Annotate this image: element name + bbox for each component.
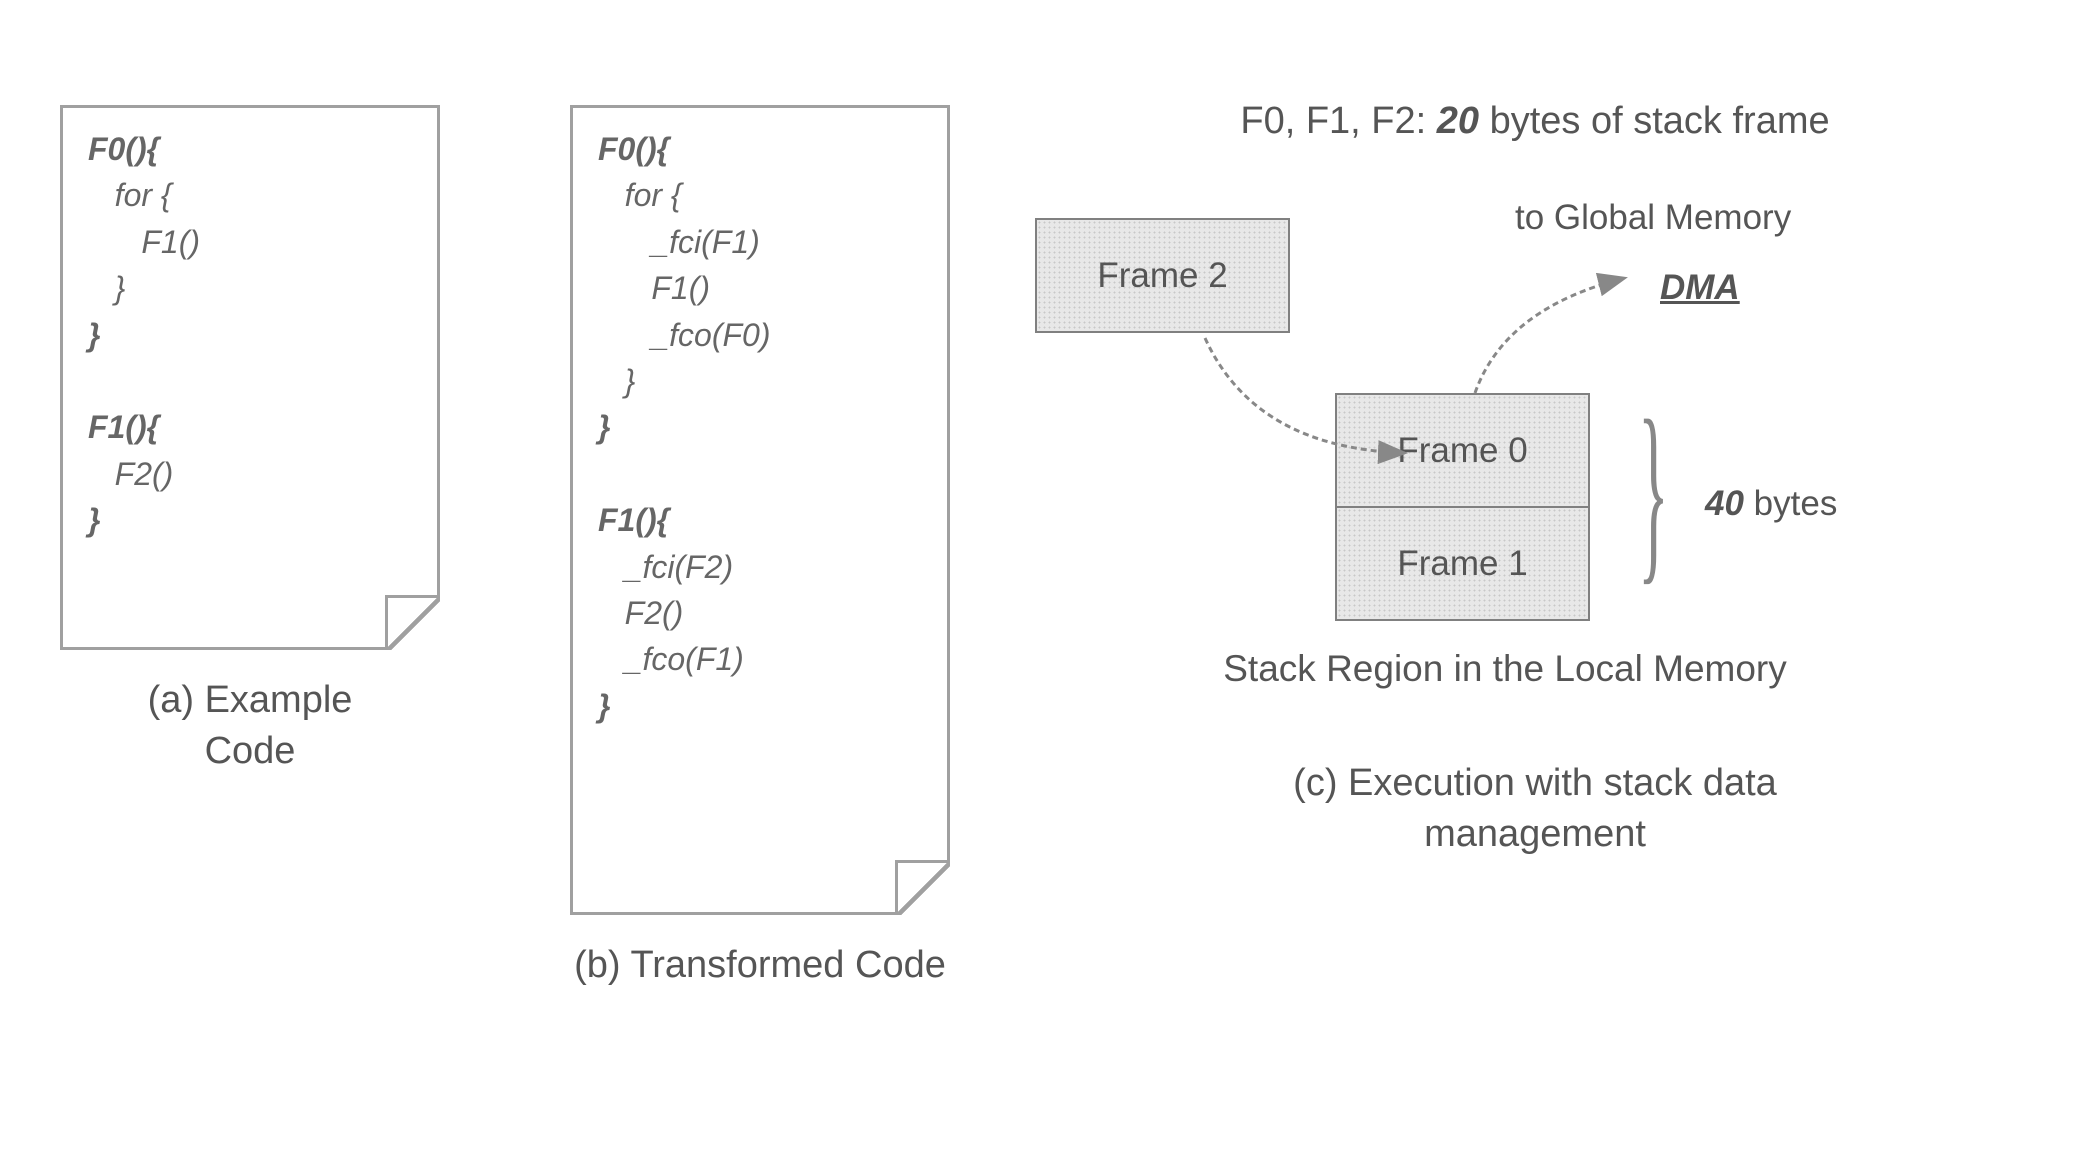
code-line: }	[88, 312, 412, 358]
bytes-label: 40 bytes	[1705, 484, 1837, 524]
code-line: }	[598, 404, 922, 450]
code-box-b: F0(){ for { _fci(F1) F1() _fco(F0) }} F1…	[570, 105, 950, 915]
topline: F0, F1, F2: 20 bytes of stack frame	[1025, 100, 2045, 143]
panel-b: F0(){ for { _fci(F1) F1() _fco(F0) }} F1…	[570, 105, 950, 991]
panel-c: F0, F1, F2: 20 bytes of stack frame to G…	[1025, 100, 2045, 861]
code-lines-a: F0(){ for { F1() }} F1(){ F2()}	[88, 126, 412, 544]
code-line: F1(){	[88, 404, 412, 450]
frame-1-label: Frame 1	[1397, 544, 1527, 584]
bytes-number: 40	[1705, 484, 1744, 523]
code-lines-b: F0(){ for { _fci(F1) F1() _fco(F0) }} F1…	[598, 126, 922, 729]
topline-bytes: 20	[1437, 100, 1479, 142]
stack-region-label: Stack Region in the Local Memory	[1105, 648, 1905, 690]
code-line: F0(){	[598, 126, 922, 172]
panel-a: F0(){ for { F1() }} F1(){ F2()} (a) Exam…	[60, 105, 440, 778]
frame-2-box: Frame 2	[1035, 218, 1290, 333]
code-line: _fco(F1)	[598, 636, 922, 682]
caption-a: (a) Example Code	[60, 675, 440, 778]
topline-prefix: F0, F1, F2:	[1240, 100, 1436, 142]
code-line: _fci(F2)	[598, 544, 922, 590]
code-box-a: F0(){ for { F1() }} F1(){ F2()}	[60, 105, 440, 650]
code-line: }	[88, 265, 412, 311]
code-line: }	[598, 683, 922, 729]
caption-b: (b) Transformed Code	[570, 940, 950, 991]
execution-diagram: to Global Memory DMA Frame 2 Frame 0 Fra…	[1025, 188, 2045, 708]
code-line	[88, 358, 412, 404]
frame-2-label: Frame 2	[1097, 256, 1227, 296]
code-line: }	[88, 497, 412, 543]
code-line: F2()	[88, 451, 412, 497]
code-line: for {	[598, 172, 922, 218]
code-line: F1()	[598, 265, 922, 311]
code-line: _fci(F1)	[598, 219, 922, 265]
code-line	[598, 451, 922, 497]
code-line: _fco(F0)	[598, 312, 922, 358]
global-memory-label: to Global Memory	[1515, 198, 1791, 238]
dma-label: DMA	[1660, 268, 1740, 308]
code-line: F1(){	[598, 497, 922, 543]
code-line: F1()	[88, 219, 412, 265]
frame-0-box: Frame 0	[1335, 393, 1590, 508]
frame-1-box: Frame 1	[1335, 506, 1590, 621]
caption-c: (c) Execution with stack data management	[1025, 758, 2045, 861]
topline-suffix: bytes of stack frame	[1479, 100, 1830, 142]
frame-0-label: Frame 0	[1397, 431, 1527, 471]
bytes-suffix: bytes	[1744, 484, 1837, 523]
code-line: F2()	[598, 590, 922, 636]
code-line: for {	[88, 172, 412, 218]
code-line: F0(){	[88, 126, 412, 172]
code-line: }	[598, 358, 922, 404]
brace-icon: }	[1638, 375, 1669, 606]
